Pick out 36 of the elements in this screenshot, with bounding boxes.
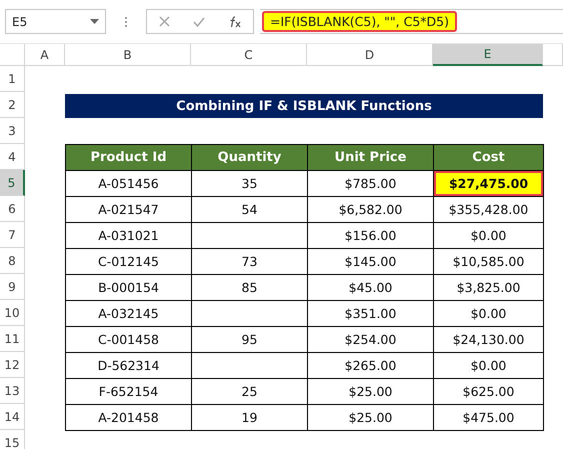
- formula-bar[interactable]: =IF(ISBLANK(C5), "", C5*D5): [260, 9, 563, 34]
- column-heading: Cost: [433, 144, 544, 171]
- select-all-corner[interactable]: [0, 44, 25, 66]
- row-header[interactable]: 1: [0, 66, 25, 92]
- row-header[interactable]: 5: [0, 170, 25, 196]
- row-header[interactable]: 7: [0, 222, 25, 248]
- insert-function-icon[interactable]: [228, 16, 242, 28]
- row-header[interactable]: 11: [0, 326, 25, 352]
- row-header[interactable]: 3: [0, 118, 25, 144]
- column-header[interactable]: B: [65, 44, 191, 66]
- table-cell[interactable]: $475.00: [433, 404, 544, 431]
- row-header[interactable]: 14: [0, 404, 25, 430]
- row-header[interactable]: 2: [0, 92, 25, 118]
- cancel-icon[interactable]: [158, 16, 170, 27]
- row-header[interactable]: 6: [0, 196, 25, 222]
- column-heading: Unit Price: [307, 144, 434, 171]
- column-header[interactable]: C: [191, 44, 307, 66]
- more-icon: [124, 16, 128, 28]
- row-header[interactable]: 10: [0, 300, 25, 326]
- dropdown-caret-icon[interactable]: [90, 19, 99, 24]
- row-header[interactable]: 9: [0, 274, 25, 300]
- formula-text: =IF(ISBLANK(C5), "", C5*D5): [262, 11, 457, 32]
- column-header[interactable]: D: [307, 44, 433, 66]
- table-cell[interactable]: $27,475.00: [433, 170, 544, 197]
- check-icon[interactable]: [192, 16, 204, 26]
- column-header[interactable]: E: [433, 44, 543, 66]
- column-header[interactable]: A: [25, 44, 65, 66]
- row-header[interactable]: 8: [0, 248, 25, 274]
- column-heading: Quantity: [191, 144, 308, 171]
- column-heading: Product Id: [65, 144, 192, 171]
- row-header[interactable]: 13: [0, 378, 25, 404]
- table-title: Combining IF & ISBLANK Functions: [65, 94, 543, 118]
- row-header[interactable]: 12: [0, 352, 25, 378]
- table-cell[interactable]: A-201458: [65, 404, 192, 431]
- name-box[interactable]: E5: [5, 9, 106, 34]
- row-header[interactable]: 4: [0, 144, 25, 170]
